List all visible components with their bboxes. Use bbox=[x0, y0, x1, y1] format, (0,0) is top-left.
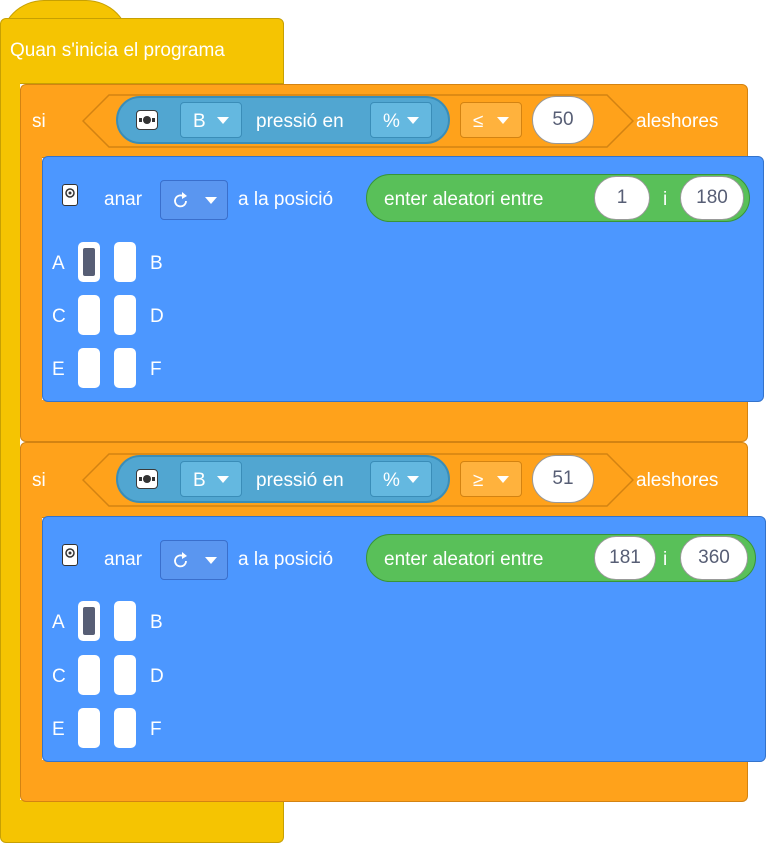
motor-icon bbox=[62, 544, 78, 566]
chevron-down-icon bbox=[497, 117, 509, 124]
comparison-operator-dropdown[interactable]: ≥ bbox=[460, 461, 522, 497]
sensor-label: pressió en bbox=[256, 111, 344, 132]
port-label-d: D bbox=[150, 666, 164, 687]
port-f-toggle[interactable] bbox=[114, 348, 136, 388]
random-joiner: i bbox=[663, 189, 668, 210]
if-block-2-foot bbox=[20, 760, 748, 802]
port-label-e: E bbox=[52, 719, 65, 740]
sensor-port-value: B bbox=[193, 111, 206, 132]
chevron-down-icon bbox=[205, 197, 217, 204]
random-label: enter aleatori entre bbox=[384, 549, 544, 570]
sensor-unit-value: % bbox=[383, 470, 400, 491]
random-max-input[interactable]: 360 bbox=[680, 536, 748, 580]
chevron-down-icon bbox=[497, 476, 509, 483]
force-sensor-icon bbox=[136, 469, 158, 489]
chevron-down-icon bbox=[217, 117, 229, 124]
chevron-down-icon bbox=[407, 476, 419, 483]
port-label-e: E bbox=[52, 359, 65, 380]
operator-value: ≤ bbox=[473, 111, 484, 132]
direction-dropdown[interactable] bbox=[160, 180, 228, 220]
sensor-port-dropdown[interactable]: B bbox=[180, 102, 242, 138]
port-f-toggle[interactable] bbox=[114, 708, 136, 748]
motor-verb: anar bbox=[104, 549, 143, 570]
threshold-value-input[interactable]: 50 bbox=[532, 96, 594, 144]
event-block-spine bbox=[0, 82, 20, 820]
random-min-input[interactable]: 1 bbox=[594, 176, 650, 220]
chevron-down-icon bbox=[407, 117, 419, 124]
motor-icon bbox=[62, 184, 78, 206]
port-e-toggle[interactable] bbox=[78, 348, 100, 388]
position-label: a la posició bbox=[238, 549, 334, 570]
sensor-label: pressió en bbox=[256, 470, 344, 491]
then-label: aleshores bbox=[636, 470, 719, 491]
clockwise-arrow-icon bbox=[174, 192, 187, 208]
event-block-foot bbox=[0, 800, 284, 843]
port-label-c: C bbox=[52, 666, 66, 687]
sensor-port-value: B bbox=[193, 470, 206, 491]
if-block-2-spine bbox=[20, 516, 42, 762]
clockwise-arrow-icon bbox=[174, 552, 187, 568]
port-b-toggle[interactable] bbox=[114, 242, 136, 282]
port-d-toggle[interactable] bbox=[114, 655, 136, 695]
random-label: enter aleatori entre bbox=[384, 189, 544, 210]
port-a-toggle[interactable] bbox=[78, 601, 100, 641]
port-label-b: B bbox=[150, 253, 163, 274]
port-c-toggle[interactable] bbox=[78, 295, 100, 335]
random-joiner: i bbox=[663, 549, 668, 570]
port-label-f: F bbox=[150, 359, 162, 380]
if-keyword: si bbox=[32, 111, 46, 132]
sensor-unit-value: % bbox=[383, 111, 400, 132]
port-a-toggle[interactable] bbox=[78, 242, 100, 282]
port-label-f: F bbox=[150, 719, 162, 740]
port-label-a: A bbox=[52, 612, 65, 633]
threshold-value-input[interactable]: 51 bbox=[532, 455, 594, 503]
event-label: Quan s'inicia el programa bbox=[10, 40, 225, 61]
port-c-toggle[interactable] bbox=[78, 655, 100, 695]
random-max-input[interactable]: 180 bbox=[680, 176, 744, 220]
random-min-input[interactable]: 181 bbox=[594, 536, 656, 580]
if-block-1-foot bbox=[20, 400, 748, 442]
chevron-down-icon bbox=[217, 476, 229, 483]
port-d-toggle[interactable] bbox=[114, 295, 136, 335]
port-label-a: A bbox=[52, 253, 65, 274]
sensor-unit-dropdown[interactable]: % bbox=[370, 102, 432, 138]
port-label-b: B bbox=[150, 612, 163, 633]
position-label: a la posició bbox=[238, 189, 334, 210]
then-label: aleshores bbox=[636, 111, 719, 132]
port-b-toggle[interactable] bbox=[114, 601, 136, 641]
if-block-1-spine bbox=[20, 156, 42, 402]
chevron-down-icon bbox=[205, 557, 217, 564]
if-keyword: si bbox=[32, 470, 46, 491]
operator-value: ≥ bbox=[473, 470, 484, 491]
force-sensor-icon bbox=[136, 110, 158, 130]
direction-dropdown[interactable] bbox=[160, 540, 228, 580]
port-label-c: C bbox=[52, 306, 66, 327]
motor-verb: anar bbox=[104, 189, 143, 210]
port-label-d: D bbox=[150, 306, 164, 327]
comparison-operator-dropdown[interactable]: ≤ bbox=[460, 102, 522, 138]
port-e-toggle[interactable] bbox=[78, 708, 100, 748]
sensor-unit-dropdown[interactable]: % bbox=[370, 461, 432, 497]
sensor-port-dropdown[interactable]: B bbox=[180, 461, 242, 497]
